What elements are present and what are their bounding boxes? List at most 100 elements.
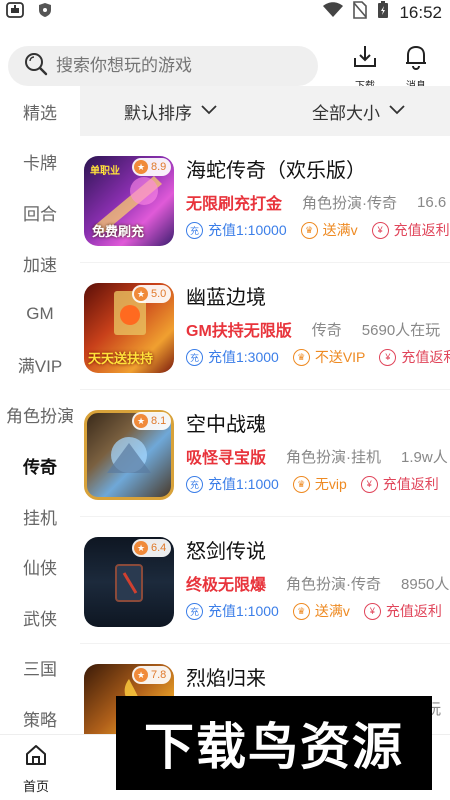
promo-text: 吸怪寻宝版 [186, 450, 267, 467]
sidebar-item-chuanqi[interactable]: 传奇 [0, 440, 80, 491]
search-input[interactable] [56, 56, 306, 76]
rebate-icon: ¥ [363, 602, 381, 620]
rating-value: 5.0 [151, 288, 167, 300]
sidebar-item-manvip[interactable]: 满VIP [0, 339, 80, 390]
rating-badge: ★ 7.8 [132, 666, 172, 684]
recharge-icon: 充 [186, 475, 203, 493]
player-count: 8950人 [401, 575, 450, 593]
sidebar-item-huihe[interactable]: 回合 [0, 187, 80, 238]
vip-tag: ♛ 送满v [300, 220, 358, 240]
sidebar-item-kapai[interactable]: 卡牌 [0, 137, 80, 188]
star-icon: ★ [134, 160, 148, 174]
recharge-tag: 充充值1:1000 [186, 601, 279, 621]
recharge-tag: 充充值1:10000 [186, 220, 287, 240]
recharge-icon: 充 [186, 221, 203, 239]
game-title: 怒剑传说 [186, 541, 266, 563]
game-title: 海蛇传奇（欢乐版） [186, 160, 366, 182]
sidebar-item-xianxia[interactable]: 仙侠 [0, 541, 80, 592]
sidebar-item-jiasu[interactable]: 加速 [0, 238, 80, 289]
genre-text: 角色扮演·挂机 [286, 448, 382, 466]
crown-icon: ♛ [292, 602, 310, 620]
vip-tag: ♛ 不送VIP [292, 347, 365, 367]
game-title: 烈焰归来 [186, 668, 266, 690]
search-bar[interactable] [8, 46, 318, 86]
genre-text: 角色扮演·传奇 [286, 575, 382, 593]
game-card[interactable]: 单职业 免费刷充 ★ 8.9 海蛇传奇（欢乐版） 无限刷充打金 角色扮演·传奇 1… [80, 136, 450, 263]
sidebar-item-guaji[interactable]: 挂机 [0, 491, 80, 542]
game-card[interactable]: ★ 8.1 空中战魂 吸怪寻宝版 角色扮演·挂机 1.9w人 充充值1:1000 … [80, 390, 450, 517]
promo-text: 无限刷充打金 [186, 196, 283, 213]
genre-text: 角色扮演·传奇 [302, 194, 398, 212]
status-bar: 16:52 [0, 0, 450, 22]
recharge-icon: 充 [186, 348, 203, 366]
crown-icon: ♛ [292, 348, 310, 366]
sidebar-item-gm[interactable]: GM [0, 288, 80, 339]
download-icon [352, 44, 378, 75]
recharge-tag: 充充值1:3000 [186, 347, 279, 367]
home-icon [24, 743, 48, 770]
sidebar-item-sanguo[interactable]: 三国 [0, 643, 80, 694]
game-tags-row: 充充值1:10000 ♛ 送满v ¥ 充值返利 [186, 220, 450, 240]
watermark-banner: 下载鸟资源 [116, 696, 432, 790]
nav-home[interactable]: 首页 [6, 743, 66, 795]
genre-text: 传奇 [311, 321, 342, 339]
game-card[interactable]: ★ 6.4 怒剑传说 终极无限爆 角色扮演·传奇 8950人 充充值1:1000 … [80, 517, 450, 644]
recharge-tag: 充充值1:1000 [186, 474, 279, 494]
search-icon [8, 52, 48, 81]
game-info-row: 终极无限爆 角色扮演·传奇 8950人 [186, 571, 449, 595]
chevron-down-icon [192, 101, 218, 121]
icon-caption: 免费刷充 [92, 224, 145, 239]
player-count: 5690人在玩 [361, 321, 441, 339]
message-button[interactable]: 消息 [396, 44, 436, 92]
rating-badge: ★ 8.1 [132, 412, 172, 430]
rating-value: 7.8 [151, 669, 167, 681]
sidebar-item-wuxia[interactable]: 武侠 [0, 592, 80, 643]
icon-caption-top: 单职业 [90, 166, 120, 177]
rebate-tag: ¥充值返利 [379, 347, 450, 367]
promo-text: GM扶持无限版 [186, 323, 292, 340]
rebate-icon: ¥ [360, 475, 378, 493]
game-title: 幽蓝边境 [186, 287, 266, 309]
vip-tag: ♛ 无vip [292, 474, 347, 494]
no-sim-icon [353, 1, 368, 24]
rating-value: 8.1 [151, 415, 167, 427]
promo-text: 终极无限爆 [186, 577, 267, 594]
rebate-tag: ¥充值返利 [363, 601, 442, 621]
game-list: 单职业 免费刷充 ★ 8.9 海蛇传奇（欢乐版） 无限刷充打金 角色扮演·传奇 1… [80, 136, 450, 734]
game-info-row: GM扶持无限版 传奇 5690人在玩 [186, 317, 440, 341]
app-notification-icon [6, 2, 24, 23]
download-button[interactable]: 下载 [345, 44, 385, 92]
player-count: 1.9w人 [401, 448, 448, 466]
game-info-row: 吸怪寻宝版 角色扮演·挂机 1.9w人 [186, 444, 448, 468]
star-icon: ★ [134, 287, 148, 301]
game-tags-row: 充充值1:1000 ♛ 无vip ¥ 充值返利 [186, 474, 450, 494]
crown-icon: ♛ [292, 475, 310, 493]
rating-value: 8.9 [151, 161, 167, 173]
game-info-row: 无限刷充打金 角色扮演·传奇 16.6 [186, 190, 446, 214]
watermark-text: 下载鸟资源 [144, 718, 404, 776]
sort-dropdown[interactable]: 默认排序 [124, 99, 218, 124]
rebate-tag: ¥充值返利 [360, 474, 439, 494]
category-sidebar: 精选 卡牌 回合 加速 GM 满VIP 角色扮演 传奇 挂机 仙侠 武侠 三国 … [0, 86, 80, 734]
clock: 16:52 [399, 2, 442, 22]
rebate-icon: ¥ [379, 348, 397, 366]
size-label: 全部大小 [312, 103, 380, 123]
star-icon: ★ [134, 414, 148, 428]
star-icon: ★ [134, 541, 148, 555]
icon-caption: 天天送扶持 [88, 351, 154, 366]
rating-badge: ★ 6.4 [132, 539, 172, 557]
game-card[interactable]: 天天送扶持 ★ 5.0 幽蓝边境 GM扶持无限版 传奇 5690人在玩 充充值1:… [80, 263, 450, 390]
game-title: 空中战魂 [186, 414, 266, 436]
shield-notification-icon [38, 2, 52, 23]
game-tags-row: 充充值1:1000 ♛ 送满v ¥ 充值返利 [186, 601, 450, 621]
battery-icon [377, 1, 389, 24]
sidebar-item-juesebanyan[interactable]: 角色扮演 [0, 390, 80, 441]
crown-icon: ♛ [300, 221, 318, 239]
player-count: 16.6 [417, 193, 447, 211]
rebate-tag: ¥充值返利 [371, 220, 450, 240]
vip-tag: ♛ 送满v [292, 601, 350, 621]
sidebar-item-jingxuan[interactable]: 精选 [0, 86, 80, 137]
filter-bar: 默认排序 全部大小 [80, 86, 450, 136]
rating-badge: ★ 5.0 [132, 285, 172, 303]
size-dropdown[interactable]: 全部大小 [312, 99, 406, 124]
